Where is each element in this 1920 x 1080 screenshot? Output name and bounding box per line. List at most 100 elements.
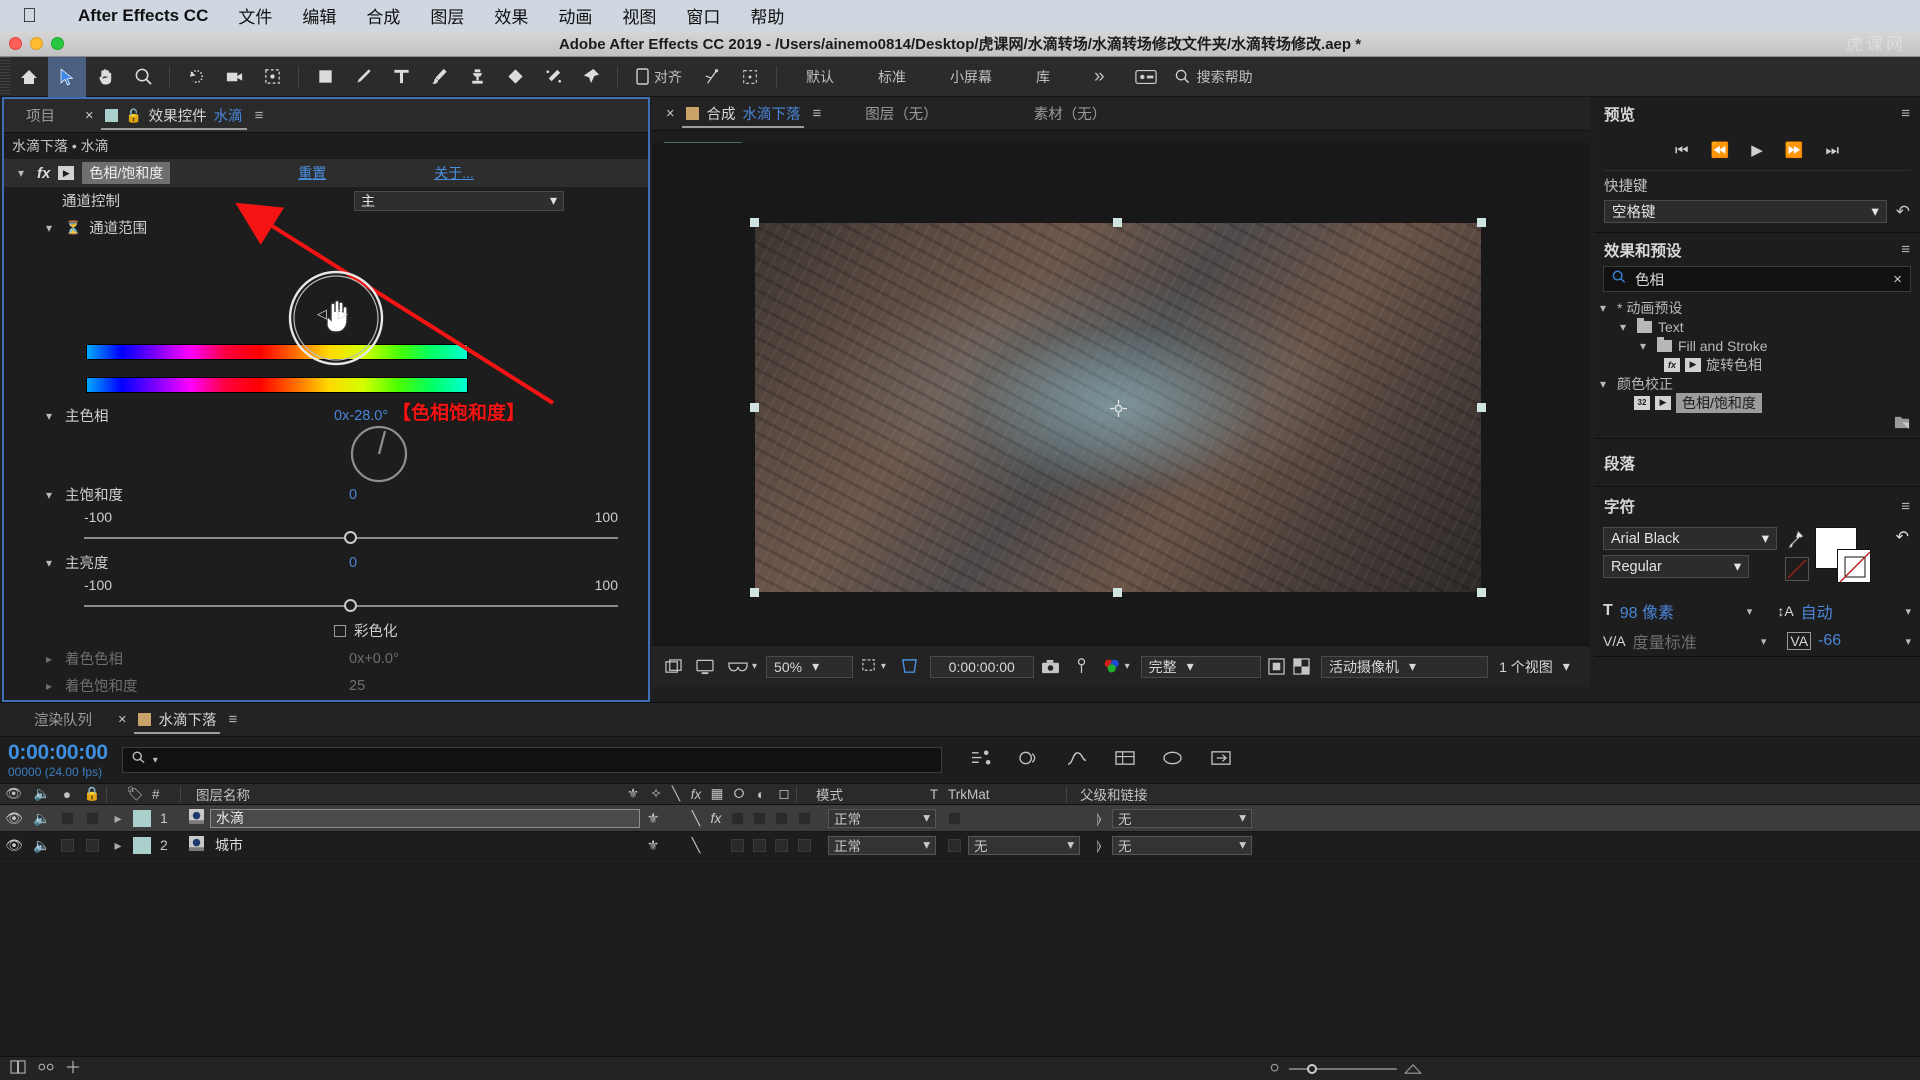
pen-tool-icon[interactable] bbox=[344, 57, 382, 97]
shape-tool-icon[interactable] bbox=[306, 57, 344, 97]
chevron-down-icon[interactable]: ▾ bbox=[812, 658, 819, 675]
panel-menu-icon[interactable]: ≡ bbox=[1901, 241, 1910, 258]
apple-icon[interactable]:  bbox=[22, 6, 37, 26]
chevron-down-icon[interactable]: ▾ bbox=[1640, 339, 1651, 353]
table-row[interactable]: 👁 🔈 ▸ 1 水滴 ⚜ ╲ fx 正常 ▾ ⦊ 无 ▾ bbox=[0, 805, 1920, 832]
last-frame-icon[interactable]: ⏭ bbox=[1825, 142, 1839, 159]
handle-bm[interactable] bbox=[1113, 588, 1122, 597]
channel-control-select[interactable]: 主 ▾ bbox=[354, 190, 564, 211]
hue-bar-bottom[interactable] bbox=[86, 377, 468, 393]
menu-item-edit[interactable]: 编辑 bbox=[287, 3, 351, 28]
no-fill-swatch[interactable] bbox=[1785, 557, 1809, 581]
window-controls[interactable] bbox=[0, 37, 64, 50]
toolbar-grip[interactable] bbox=[0, 57, 10, 96]
layer-audio-icon[interactable]: 🔈 bbox=[28, 810, 56, 827]
table-row[interactable]: 👁 🔈 ▸ 2 城市 ⚜ ╲ 正常 ▾ 无 ▾ ⦊ 无 ▾ bbox=[0, 832, 1920, 859]
tab-close-icon[interactable]: × bbox=[666, 106, 674, 122]
main-viewer-icon[interactable] bbox=[689, 659, 721, 675]
font-family-select[interactable]: Arial Black ▾ bbox=[1603, 527, 1777, 550]
layer-switches-icon[interactable] bbox=[1114, 749, 1136, 772]
always-preview-icon[interactable] bbox=[658, 658, 689, 675]
layer-label-color[interactable] bbox=[133, 809, 151, 827]
eyedropper-icon[interactable] bbox=[1785, 529, 1805, 558]
chevron-down-icon[interactable]: ▾ bbox=[1871, 204, 1878, 220]
bounding-box-icon[interactable] bbox=[731, 57, 769, 97]
panel-menu-icon[interactable]: ≡ bbox=[228, 711, 237, 728]
clone-stamp-tool-icon[interactable] bbox=[458, 57, 496, 97]
roto-brush-tool-icon[interactable] bbox=[534, 57, 572, 97]
kerning-value[interactable]: -66 bbox=[1818, 632, 1841, 650]
colorize-checkbox[interactable] bbox=[334, 624, 346, 637]
close-button[interactable] bbox=[9, 37, 22, 50]
hand-tool-icon[interactable] bbox=[86, 57, 124, 97]
chevron-down-icon[interactable]: ▾ bbox=[153, 755, 158, 766]
selection-tool-icon[interactable] bbox=[48, 56, 86, 97]
pan-behind-tool-icon[interactable] bbox=[253, 57, 291, 97]
swap-colors-icon[interactable]: ↶ bbox=[1896, 527, 1909, 547]
resolution-region-icon[interactable]: ▾ bbox=[853, 658, 893, 675]
layer-visibility-icon[interactable]: 👁 bbox=[0, 810, 28, 827]
chevron-down-icon[interactable]: ▾ bbox=[1563, 658, 1570, 675]
zoom-button[interactable] bbox=[51, 37, 64, 50]
zoom-level-select[interactable]: 50% ▾ bbox=[766, 655, 853, 678]
tab-project[interactable]: 项目 bbox=[4, 100, 85, 132]
rotation-tool-icon[interactable] bbox=[177, 57, 215, 97]
text-tool-icon[interactable] bbox=[382, 57, 420, 97]
tab-close-icon[interactable]: × bbox=[118, 712, 126, 728]
chevron-down-icon[interactable]: ▾ bbox=[1734, 559, 1741, 575]
layer-parent-select[interactable]: 无 ▾ bbox=[1112, 835, 1252, 855]
chevron-down-icon[interactable]: ▾ bbox=[18, 166, 29, 180]
timeline-search-box[interactable]: ▾ bbox=[121, 747, 942, 773]
layer-solo-toggle[interactable] bbox=[60, 811, 74, 825]
composition-frame[interactable] bbox=[750, 218, 1486, 597]
hue-dial[interactable] bbox=[349, 424, 409, 484]
tree-item-rotate-hue[interactable]: fx ▶ 旋转色相 bbox=[1594, 355, 1920, 374]
master-lightness-slider[interactable] bbox=[84, 599, 618, 613]
play-icon[interactable]: ▶ bbox=[1751, 141, 1763, 159]
workspace-settings-icon[interactable] bbox=[1127, 57, 1165, 97]
reset-link[interactable]: 重置 bbox=[298, 163, 326, 183]
chevron-down-icon[interactable]: ▾ bbox=[881, 661, 886, 672]
menu-item-animation[interactable]: 动画 bbox=[543, 3, 607, 28]
layer-parent-select[interactable]: 无 ▾ bbox=[1112, 808, 1252, 828]
slider-knob[interactable] bbox=[344, 531, 357, 544]
reset-shortcut-icon[interactable]: ↶ bbox=[1896, 202, 1910, 222]
zoom-tool-icon[interactable] bbox=[124, 57, 162, 97]
chevron-down-icon[interactable]: ▾ bbox=[1620, 320, 1631, 334]
chevron-down-icon[interactable]: ▾ bbox=[1187, 658, 1194, 675]
chevron-down-icon[interactable]: ▾ bbox=[46, 409, 57, 423]
home-icon[interactable] bbox=[10, 57, 48, 97]
fx-icon[interactable]: fx bbox=[37, 165, 50, 182]
chevron-right-icon[interactable]: ▸ bbox=[46, 652, 57, 666]
chevron-down-icon[interactable]: ▾ bbox=[1600, 377, 1611, 391]
motion-blur-toggle[interactable] bbox=[752, 811, 766, 825]
workspace-small-screen[interactable]: 小屏幕 bbox=[928, 67, 1014, 87]
panel-menu-icon[interactable]: ≡ bbox=[255, 107, 264, 124]
composition-mini-flowchart-icon[interactable] bbox=[970, 749, 992, 772]
handle-tr[interactable] bbox=[1477, 218, 1486, 227]
stopwatch-icon[interactable]: ⏳ bbox=[65, 220, 81, 236]
master-saturation-value[interactable]: 0 bbox=[349, 487, 357, 503]
align-toggle[interactable]: 对齐 bbox=[625, 57, 693, 97]
motion-path-icon[interactable] bbox=[693, 57, 731, 97]
chevron-down-icon[interactable]: ▾ bbox=[923, 810, 930, 826]
master-saturation-slider[interactable] bbox=[84, 531, 618, 545]
view-count-select[interactable]: 1 个视图 ▾ bbox=[1492, 656, 1590, 678]
effect-enabled-icon[interactable]: ▶ bbox=[58, 166, 75, 180]
tree-item-text[interactable]: ▾ Text bbox=[1594, 317, 1920, 336]
preserve-transparency-toggle[interactable] bbox=[947, 811, 961, 825]
tab-effect-controls[interactable]: 🔓 效果控件 水滴 bbox=[93, 100, 254, 132]
preserve-transparency-toggle[interactable] bbox=[947, 838, 961, 852]
workspace-standard[interactable]: 标准 bbox=[856, 67, 928, 87]
motion-blur-toggle[interactable] bbox=[752, 838, 766, 852]
camera-select[interactable]: 活动摄像机 ▾ bbox=[1321, 655, 1489, 678]
snapshot-icon[interactable] bbox=[1034, 659, 1067, 675]
chevron-down-icon[interactable]: ▾ bbox=[46, 488, 57, 502]
quality-switch-icon[interactable]: ╲ bbox=[686, 810, 706, 827]
tree-item-hue-saturation[interactable]: 32 ▶ 色相/饱和度 bbox=[1594, 392, 1920, 413]
layer-solo-toggle[interactable] bbox=[60, 838, 74, 852]
time-stretch-icon[interactable] bbox=[1210, 749, 1232, 772]
camera-tool-icon[interactable] bbox=[215, 57, 253, 97]
chevron-down-icon[interactable]: ▾ bbox=[1762, 531, 1769, 547]
motion-blur-icon[interactable] bbox=[1018, 749, 1040, 772]
